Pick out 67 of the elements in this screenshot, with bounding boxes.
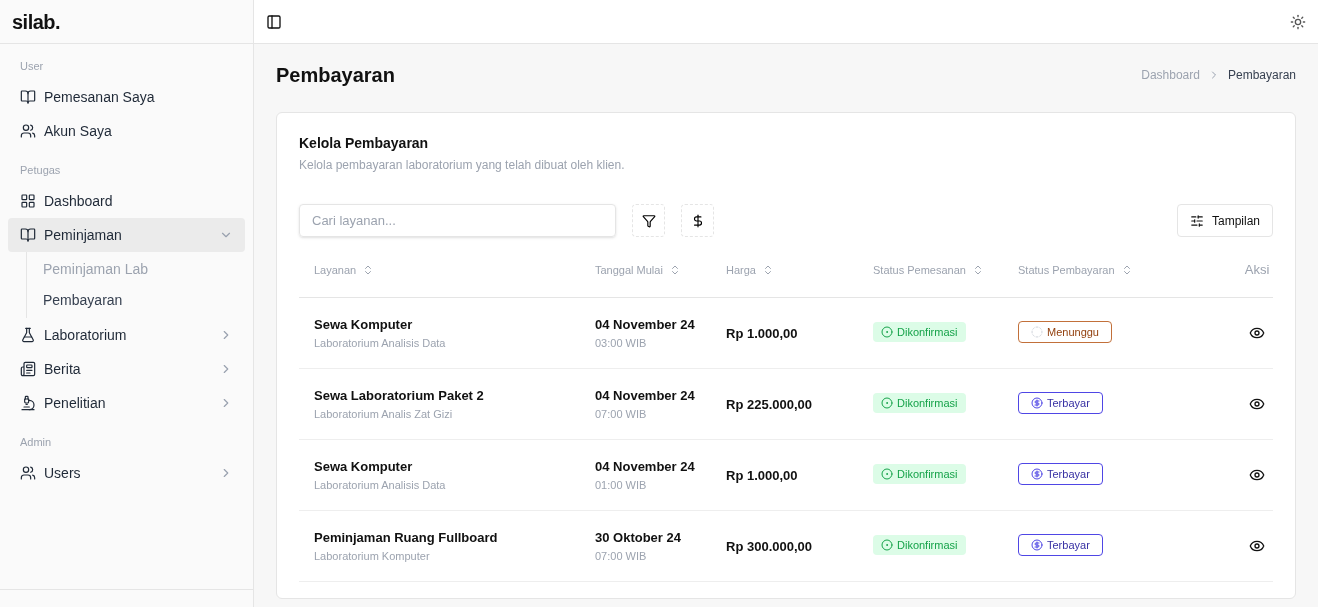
lab-name: Laboratorium Analisis Data bbox=[314, 335, 447, 351]
view-icon[interactable] bbox=[1249, 325, 1265, 341]
view-button[interactable]: Tampilan bbox=[1176, 204, 1273, 237]
service-name: Sewa Laboratorium Paket 2 bbox=[314, 387, 485, 405]
column-header: Aksi bbox=[1244, 261, 1270, 280]
card-title: Kelola Pembayaran bbox=[299, 134, 430, 153]
dashed-circle-icon bbox=[1031, 326, 1043, 339]
start-date: 04 November 24 bbox=[595, 316, 696, 334]
circle-dot-icon bbox=[881, 468, 893, 480]
price: Rp 1.000,00 bbox=[726, 326, 798, 341]
card-subtitle: Kelola pembayaran laboratorium yang telah dibuat oleh klien. bbox=[299, 157, 626, 174]
dollar-circle-icon bbox=[1031, 468, 1043, 481]
start-time: 03:00 WIB bbox=[595, 335, 648, 351]
breadcrumb-link[interactable]: Pembayaran bbox=[1227, 66, 1296, 84]
users-icon bbox=[20, 123, 36, 139]
status-badge: Terbayar bbox=[1018, 462, 1103, 486]
price: Rp 1.000,00 bbox=[726, 468, 798, 483]
start-time: 07:00 WIB bbox=[595, 548, 648, 564]
service-name: Sewa Komputer bbox=[314, 458, 414, 476]
filter-button[interactable] bbox=[632, 204, 665, 237]
sun-icon[interactable] bbox=[1290, 13, 1306, 30]
status-badge: Menunggu bbox=[1018, 320, 1112, 344]
microscope-icon bbox=[20, 395, 36, 411]
start-date: 30 Oktober 24 bbox=[595, 529, 682, 547]
start-date: 04 November 24 bbox=[595, 458, 696, 476]
logo[interactable]: silab. bbox=[12, 6, 61, 37]
section-label: Petugas bbox=[19, 162, 62, 178]
circle-dot-icon bbox=[881, 539, 893, 551]
circle-dot-icon bbox=[881, 397, 893, 409]
price: Rp 300.000,00 bbox=[726, 539, 812, 554]
status-badge: Terbayar bbox=[1018, 391, 1103, 415]
sliders-icon bbox=[1189, 213, 1204, 228]
status-badge: Dikonfirmasi bbox=[873, 463, 966, 485]
status-badge: Dikonfirmasi bbox=[873, 392, 966, 414]
book-icon bbox=[20, 227, 36, 243]
lab-name: Laboratorium Komputer bbox=[314, 548, 431, 564]
lab-name: Laboratorium Analis Zat Gizi bbox=[314, 406, 454, 422]
page-title: Pembayaran bbox=[276, 63, 395, 88]
funnel-icon bbox=[641, 213, 656, 228]
grid-icon bbox=[20, 193, 36, 209]
price: Rp 225.000,00 bbox=[726, 397, 812, 412]
section-label: User bbox=[19, 58, 45, 74]
start-time: 01:00 WIB bbox=[595, 477, 648, 493]
view-icon[interactable] bbox=[1249, 538, 1265, 554]
book-icon bbox=[20, 89, 36, 105]
view-icon[interactable] bbox=[1249, 467, 1265, 483]
status-badge: Dikonfirmasi bbox=[873, 321, 966, 343]
search-field[interactable]: Cari layanan... bbox=[299, 204, 616, 237]
dollar-circle-icon bbox=[1031, 397, 1043, 410]
view-icon[interactable] bbox=[1249, 396, 1265, 412]
status-badge: Terbayar bbox=[1018, 533, 1103, 557]
service-name: Sewa Komputer bbox=[314, 316, 414, 334]
lab-name: Laboratorium Analisis Data bbox=[314, 477, 447, 493]
newspaper-icon bbox=[20, 361, 36, 377]
sidebar-item[interactable]: Peminjaman bbox=[8, 218, 245, 252]
start-time: 07:00 WIB bbox=[595, 406, 648, 422]
flask-icon bbox=[20, 327, 36, 343]
circle-dot-icon bbox=[881, 326, 893, 338]
start-date: 04 November 24 bbox=[595, 387, 696, 405]
dollar-circle-icon bbox=[1031, 539, 1043, 552]
status-badge: Dikonfirmasi bbox=[873, 534, 966, 556]
users-icon bbox=[20, 465, 36, 481]
service-name: Peminjaman Ruang Fullboard bbox=[314, 529, 499, 547]
sidebar-toggle-icon[interactable] bbox=[266, 13, 282, 30]
price-filter-button[interactable] bbox=[681, 204, 714, 237]
sidebar-subitem[interactable]: Pembayaran bbox=[43, 285, 245, 316]
section-label: Admin bbox=[19, 434, 53, 450]
